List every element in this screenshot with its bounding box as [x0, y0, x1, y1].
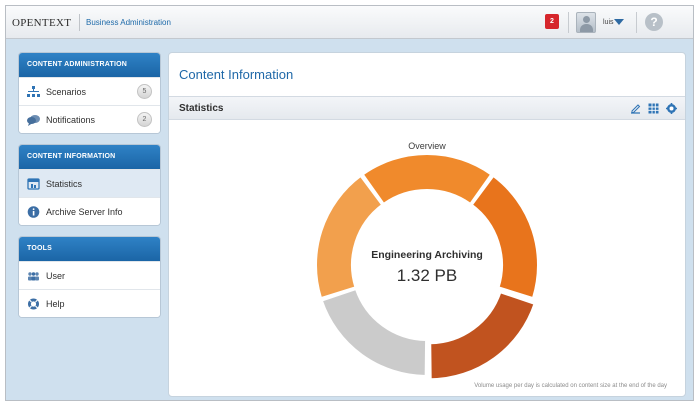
- app-window: OPENTEXT Business Administration 2 luis …: [5, 5, 694, 401]
- help-button[interactable]: ?: [645, 13, 663, 31]
- top-bar: OPENTEXT Business Administration 2 luis …: [6, 6, 693, 39]
- donut-chart: [315, 153, 539, 381]
- scenarios-icon: [27, 86, 40, 97]
- sidebar: CONTENT ADMINISTRATION Scenarios 5 Notif…: [18, 52, 161, 328]
- notification-badge[interactable]: 2: [545, 14, 559, 29]
- nav-group-content-information: CONTENT INFORMATION Statistics Archive S…: [18, 144, 161, 226]
- chevron-down-icon[interactable]: [614, 19, 624, 25]
- app-name-link[interactable]: Business Administration: [86, 18, 171, 27]
- sidebar-item-statistics[interactable]: Statistics: [19, 169, 160, 197]
- sidebar-item-label: Notifications: [46, 115, 96, 125]
- sidebar-item-help[interactable]: Help: [19, 289, 160, 317]
- nav-group-title: TOOLS: [19, 237, 160, 261]
- sidebar-item-scenarios[interactable]: Scenarios 5: [19, 77, 160, 105]
- logo-divider: [79, 14, 80, 31]
- chart-center-value: 1.32 PB: [396, 266, 458, 285]
- sidebar-item-label: Archive Server Info: [46, 207, 123, 217]
- donut-segment-4[interactable]: [320, 287, 428, 378]
- chart-center-label: Engineering Archiving: [371, 249, 483, 261]
- nav-group-title: CONTENT ADMINISTRATION: [19, 53, 160, 77]
- info-icon: [27, 206, 40, 218]
- toolbar-divider: [636, 12, 637, 33]
- sidebar-item-label: Scenarios: [46, 87, 87, 97]
- avatar-body: [580, 24, 593, 32]
- sidebar-item-label: User: [46, 271, 66, 281]
- logo: OPENTEXT: [12, 17, 72, 29]
- nav-group-content-administration: CONTENT ADMINISTRATION Scenarios 5 Notif…: [18, 52, 161, 134]
- nav-group-title: CONTENT INFORMATION: [19, 145, 160, 169]
- count-badge: 5: [137, 84, 152, 99]
- users-icon: [28, 272, 39, 281]
- sidebar-item-label: Statistics: [46, 179, 83, 189]
- toolbar-divider: [568, 12, 569, 33]
- sidebar-item-notifications[interactable]: Notifications 2: [19, 105, 160, 133]
- avatar[interactable]: [576, 12, 596, 33]
- donut-segment-3[interactable]: [429, 290, 536, 381]
- help-lifebuoy-icon: [28, 298, 39, 310]
- sidebar-item-label: Help: [46, 299, 65, 309]
- content-panel: Content Information Statistics Overview …: [168, 52, 686, 397]
- chart-footnote: Volume usage per day is calculated on co…: [474, 383, 667, 389]
- sidebar-item-archive-server-info[interactable]: Archive Server Info: [19, 197, 160, 225]
- statistics-icon: [27, 178, 40, 190]
- avatar-head: [583, 16, 590, 23]
- notifications-icon: [27, 115, 40, 126]
- nav-group-tools: TOOLS User Help: [18, 236, 161, 318]
- user-name[interactable]: luis: [603, 19, 614, 26]
- count-badge: 2: [137, 112, 152, 127]
- donut-segment-1[interactable]: [361, 153, 493, 206]
- sidebar-item-user[interactable]: User: [19, 261, 160, 289]
